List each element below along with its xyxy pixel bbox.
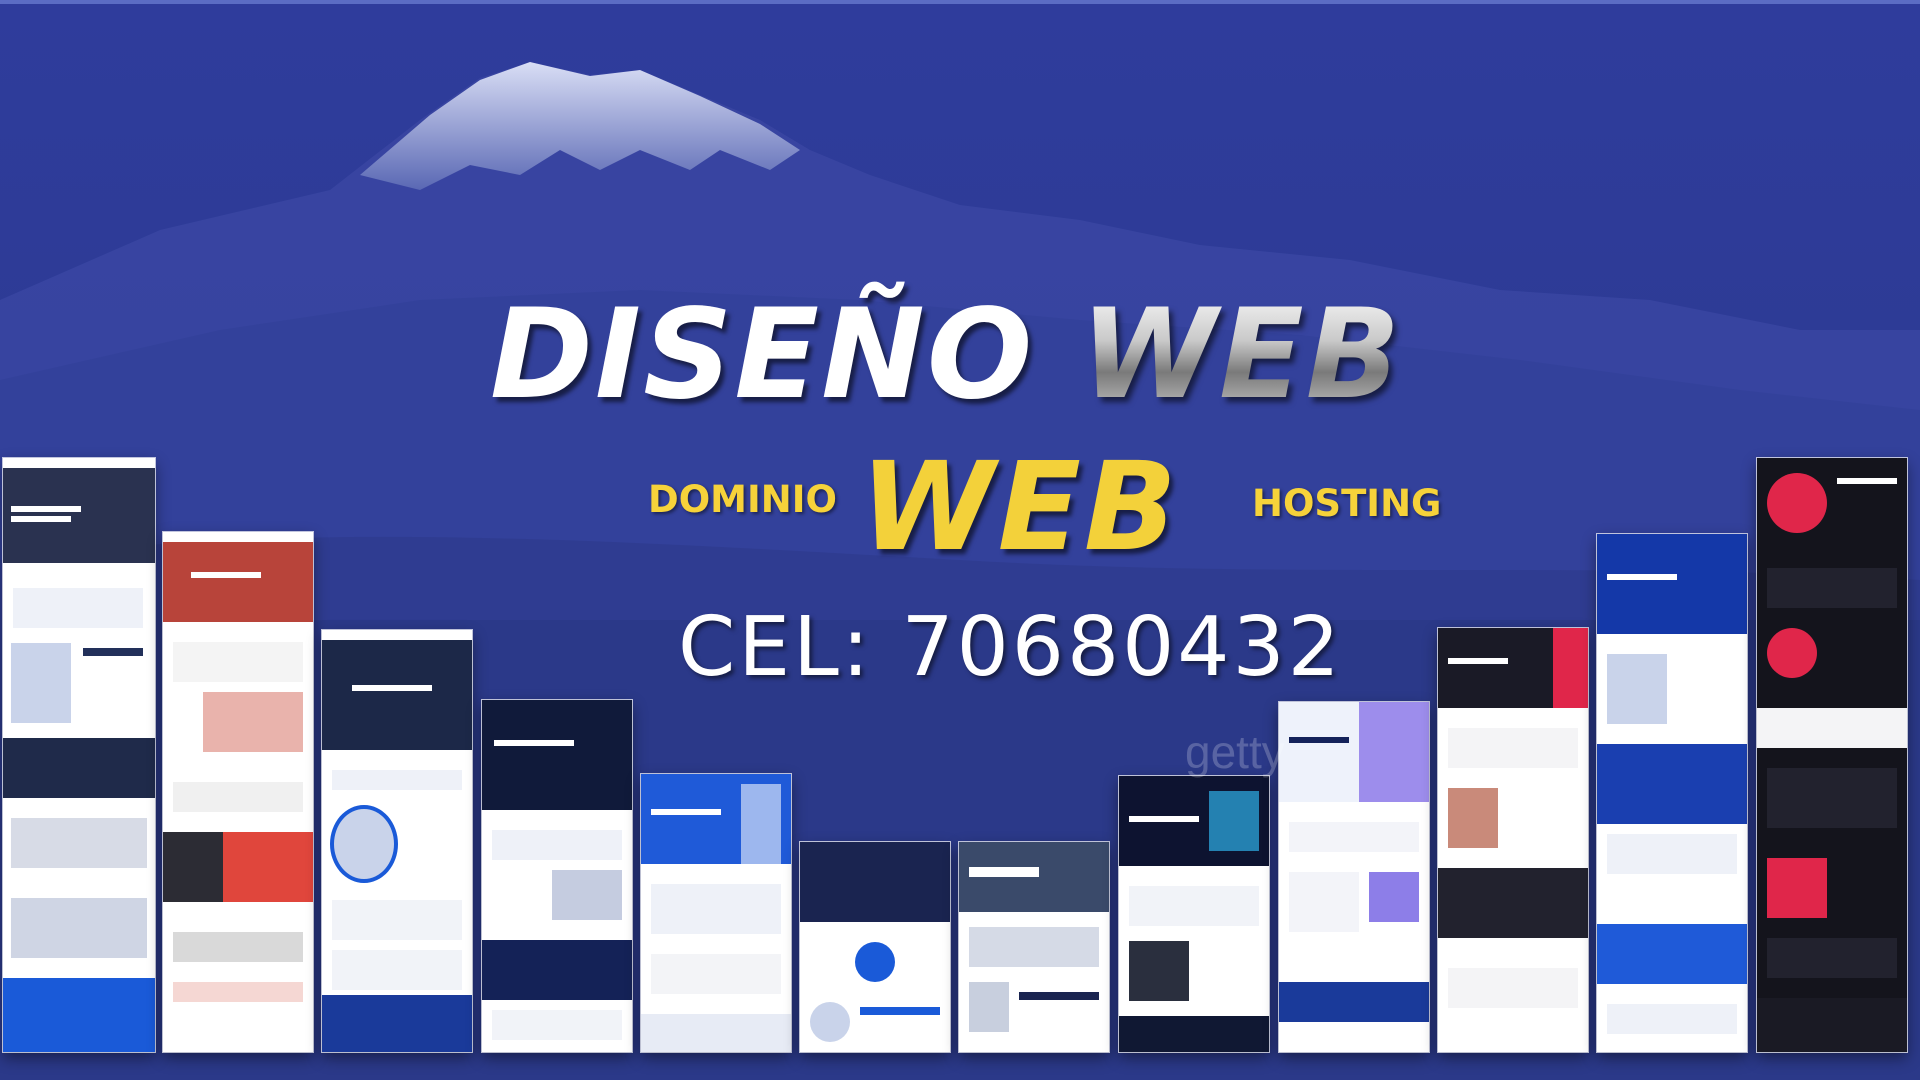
mockup-10 [1438,628,1588,1052]
headline-word-web: WEB [1080,283,1403,427]
top-border [0,0,1920,4]
mockup-4 [482,700,632,1052]
web-label: WEB [860,436,1180,578]
mockup-9 [1279,702,1429,1052]
phone-number: CEL: 70680432 [678,600,1343,695]
mockup-7 [959,842,1109,1052]
mockup-3 [322,630,472,1052]
headline: DISEÑO WEB [490,275,1440,435]
dominio-label: DOMINIO [648,478,837,521]
hosting-label: HOSTING [1252,482,1442,525]
headline-word-diseno: DISEÑO [490,283,1035,427]
mockup-8 [1119,776,1269,1052]
mockup-2 [163,532,313,1052]
mockup-5 [641,774,791,1052]
mockup-1 [3,458,155,1052]
mockup-6 [800,842,950,1052]
watermark: getty [1185,726,1285,778]
mockup-12 [1757,458,1907,1052]
mockup-11 [1597,534,1747,1052]
